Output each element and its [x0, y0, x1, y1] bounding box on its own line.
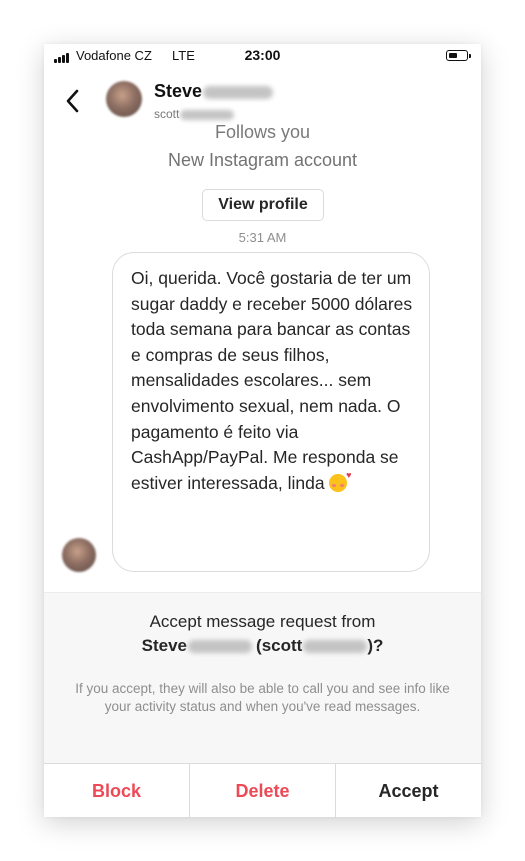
request-sender-username-redacted [303, 640, 368, 654]
request-sender-username: scott [261, 636, 303, 655]
message-bubble[interactable]: Oi, querida. Você gostaria de ter um sug… [112, 252, 430, 572]
follows-you-text: Follows you [214, 122, 311, 142]
message-request-panel: Accept message request from Steve (scott)… [44, 592, 481, 817]
contact-name[interactable]: Steve [154, 81, 274, 102]
smiling-face-with-hearts-icon: ♥ [329, 470, 351, 492]
view-profile-button[interactable]: View profile [202, 189, 324, 221]
back-arrow-icon[interactable] [62, 86, 86, 116]
avatar[interactable] [106, 81, 142, 117]
request-title: Accept message request from [149, 612, 376, 631]
accept-button[interactable]: Accept [335, 764, 481, 817]
contact-username-visible: scott [154, 107, 180, 121]
message-timestamp: 5:31 AM [238, 230, 287, 245]
request-sender: Steve (scott)? [141, 636, 384, 655]
clock: 23:00 [244, 47, 281, 63]
status-bar: Vodafone CZ LTE 23:00 [44, 44, 481, 70]
contact-name-redacted [203, 85, 274, 99]
request-sender-name-redacted [188, 640, 253, 654]
contact-username-redacted [180, 109, 235, 120]
contact-username: scott [154, 107, 235, 121]
chat-header: Steve scott [44, 70, 481, 128]
block-button[interactable]: Block [44, 764, 189, 817]
contact-name-visible: Steve [154, 81, 203, 101]
request-info-text: If you accept, they will also be able to… [75, 681, 450, 714]
new-account-text: New Instagram account [167, 150, 358, 170]
request-actions: Block Delete Accept [44, 763, 481, 817]
delete-button[interactable]: Delete [189, 764, 335, 817]
phone-screen: Vodafone CZ LTE 23:00 Steve scott Follow… [44, 44, 481, 817]
battery-icon [446, 50, 471, 61]
message-text: Oi, querida. Você gostaria de ter um sug… [131, 268, 413, 493]
sender-avatar[interactable] [62, 538, 96, 572]
request-sender-name: Steve [141, 636, 188, 655]
